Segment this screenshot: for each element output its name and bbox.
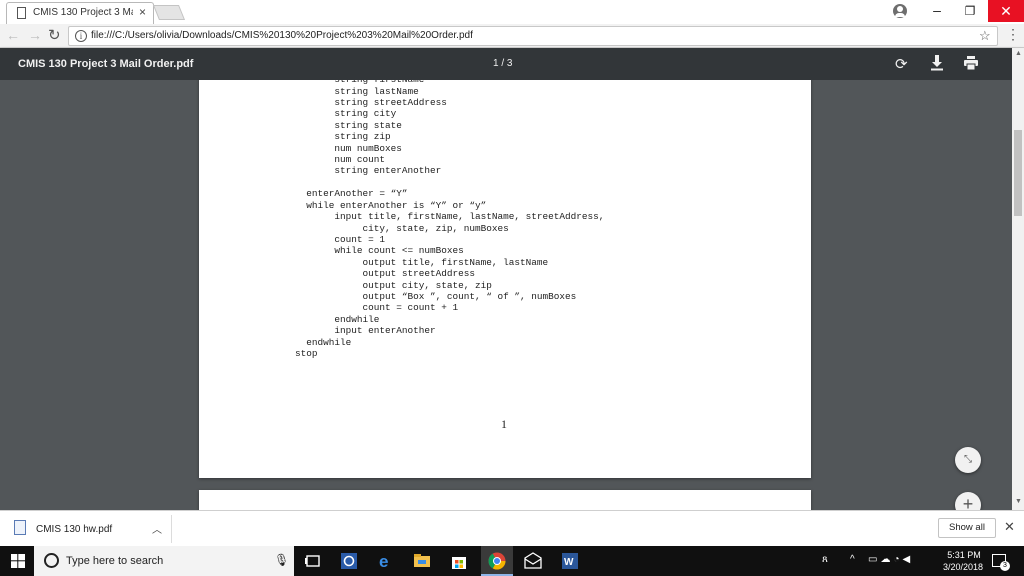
browser-toolbar: ← → ↻ i file:///C:/Users/olivia/Download… bbox=[0, 24, 1024, 48]
pdf-page-2 bbox=[199, 490, 811, 510]
code-line: num numBoxes bbox=[295, 142, 402, 154]
svg-text:W: W bbox=[564, 557, 574, 568]
code-line: string enterAnother bbox=[295, 165, 442, 177]
pdf-viewport[interactable]: start Declarations string title string f… bbox=[0, 80, 1012, 510]
scroll-thumb[interactable] bbox=[1014, 130, 1022, 216]
rotate-icon[interactable]: ⟳ bbox=[895, 55, 908, 73]
code-line: num count bbox=[295, 154, 386, 166]
pseudocode-text: start Declarations string title string f… bbox=[295, 80, 604, 359]
edge-icon[interactable]: e bbox=[377, 552, 395, 570]
code-line: count = 1 bbox=[295, 233, 386, 245]
taskbar-search[interactable]: Type here to search 🎙 bbox=[34, 546, 294, 576]
tab-title: CMIS 130 Project 3 Mail bbox=[33, 7, 133, 18]
forward-icon[interactable]: → bbox=[28, 27, 42, 43]
chevron-up-icon[interactable]: ^ bbox=[850, 554, 855, 565]
chevron-up-icon[interactable]: ︿ bbox=[152, 521, 162, 536]
profile-icon[interactable] bbox=[893, 4, 907, 18]
pdf-toolbar: CMIS 130 Project 3 Mail Order.pdf 1 / 3 … bbox=[0, 48, 1024, 80]
code-line: string lastName bbox=[295, 85, 419, 97]
file-explorer-icon[interactable] bbox=[413, 552, 431, 570]
chrome-taskbar-button[interactable] bbox=[481, 546, 513, 576]
download-shelf: CMIS 130 hw.pdf ︿ Show all ✕ bbox=[0, 510, 1024, 546]
scrollbar[interactable]: ▲ ▼ bbox=[1012, 48, 1024, 510]
clock-date[interactable]: 3/20/2018 bbox=[938, 562, 988, 572]
new-tab-button[interactable] bbox=[152, 5, 186, 20]
address-bar[interactable]: i file:///C:/Users/olivia/Downloads/CMIS… bbox=[68, 26, 998, 46]
scroll-down-icon[interactable]: ▼ bbox=[1015, 498, 1022, 505]
code-line: string state bbox=[295, 119, 402, 131]
onenote-icon[interactable] bbox=[340, 552, 358, 570]
browser-tab[interactable]: CMIS 130 Project 3 Mail × bbox=[6, 2, 154, 24]
print-icon[interactable] bbox=[964, 56, 978, 70]
pdf-title: CMIS 130 Project 3 Mail Order.pdf bbox=[18, 58, 194, 70]
page-icon bbox=[17, 7, 26, 19]
windows-start-icon[interactable] bbox=[11, 554, 25, 568]
reload-icon[interactable]: ↻ bbox=[48, 26, 61, 44]
task-view-icon[interactable] bbox=[304, 552, 322, 570]
minimize-icon[interactable]: – bbox=[922, 0, 952, 22]
search-placeholder[interactable]: Type here to search bbox=[66, 555, 163, 567]
back-icon[interactable]: ← bbox=[6, 27, 20, 43]
code-line: enterAnother = “Y” bbox=[295, 188, 408, 200]
close-icon[interactable]: × bbox=[139, 5, 146, 19]
code-line: while count <= numBoxes bbox=[295, 245, 464, 257]
close-icon[interactable]: ✕ bbox=[1004, 519, 1015, 535]
download-item[interactable]: CMIS 130 hw.pdf ︿ bbox=[8, 515, 172, 543]
code-line: output streetAddress bbox=[295, 268, 476, 280]
code-line: output city, state, zip bbox=[295, 279, 492, 291]
code-line: endwhile bbox=[295, 313, 380, 325]
chrome-icon bbox=[488, 552, 506, 570]
people-icon[interactable]: ጸ bbox=[822, 554, 828, 565]
code-line: string city bbox=[295, 108, 397, 120]
maximize-icon[interactable]: ❐ bbox=[955, 0, 985, 22]
fit-page-button[interactable]: ⤡ bbox=[955, 447, 981, 473]
svg-text:e: e bbox=[379, 552, 388, 570]
code-line: string zip bbox=[295, 131, 391, 143]
info-icon[interactable]: i bbox=[75, 30, 87, 42]
show-all-button[interactable]: Show all bbox=[938, 518, 996, 538]
microphone-icon[interactable]: 🎙 bbox=[274, 553, 289, 567]
word-icon[interactable]: W bbox=[561, 552, 579, 570]
clock-time[interactable]: 5:31 PM bbox=[944, 550, 984, 560]
code-line: stop bbox=[295, 347, 318, 359]
url-text[interactable]: file:///C:/Users/olivia/Downloads/CMIS%2… bbox=[91, 30, 473, 41]
tab-strip: CMIS 130 Project 3 Mail × – ❐ ✕ bbox=[0, 0, 1024, 24]
notification-count: 3 bbox=[1000, 561, 1010, 571]
window-close-icon[interactable]: ✕ bbox=[988, 0, 1024, 22]
pdf-file-icon bbox=[14, 520, 26, 535]
taskbar: Type here to search 🎙 e W ጸ ^ ▭☁◔◀ 5:31 … bbox=[0, 546, 1024, 576]
code-line: while enterAnother is “Y” or “y” bbox=[295, 199, 487, 211]
code-line: endwhile bbox=[295, 336, 352, 348]
menu-icon[interactable]: ⋮ bbox=[1006, 27, 1020, 41]
code-line: input enterAnother bbox=[295, 325, 436, 337]
mail-icon[interactable] bbox=[524, 552, 542, 570]
page-indicator: 1 / 3 bbox=[493, 58, 513, 69]
code-line: city, state, zip, numBoxes bbox=[295, 222, 509, 234]
cortana-icon bbox=[44, 553, 59, 568]
code-line: input title, firstName, lastName, street… bbox=[295, 211, 605, 223]
zoom-in-button[interactable]: + bbox=[955, 492, 981, 510]
code-line: string streetAddress bbox=[295, 97, 447, 109]
tray-icons[interactable]: ▭☁◔◀ bbox=[868, 554, 913, 565]
code-line: output “Box ”, count, “ of ”, numBoxes bbox=[295, 290, 577, 302]
code-line: count = count + 1 bbox=[295, 302, 459, 314]
store-icon[interactable] bbox=[450, 552, 468, 570]
star-icon[interactable]: ☆ bbox=[979, 28, 991, 44]
download-file-name[interactable]: CMIS 130 hw.pdf bbox=[36, 524, 112, 535]
page-number: 1 bbox=[501, 417, 507, 431]
download-icon[interactable] bbox=[931, 55, 943, 71]
pdf-page-1: start Declarations string title string f… bbox=[199, 80, 811, 478]
code-line: output title, firstName, lastName bbox=[295, 256, 549, 268]
scroll-up-icon[interactable]: ▲ bbox=[1015, 50, 1022, 57]
